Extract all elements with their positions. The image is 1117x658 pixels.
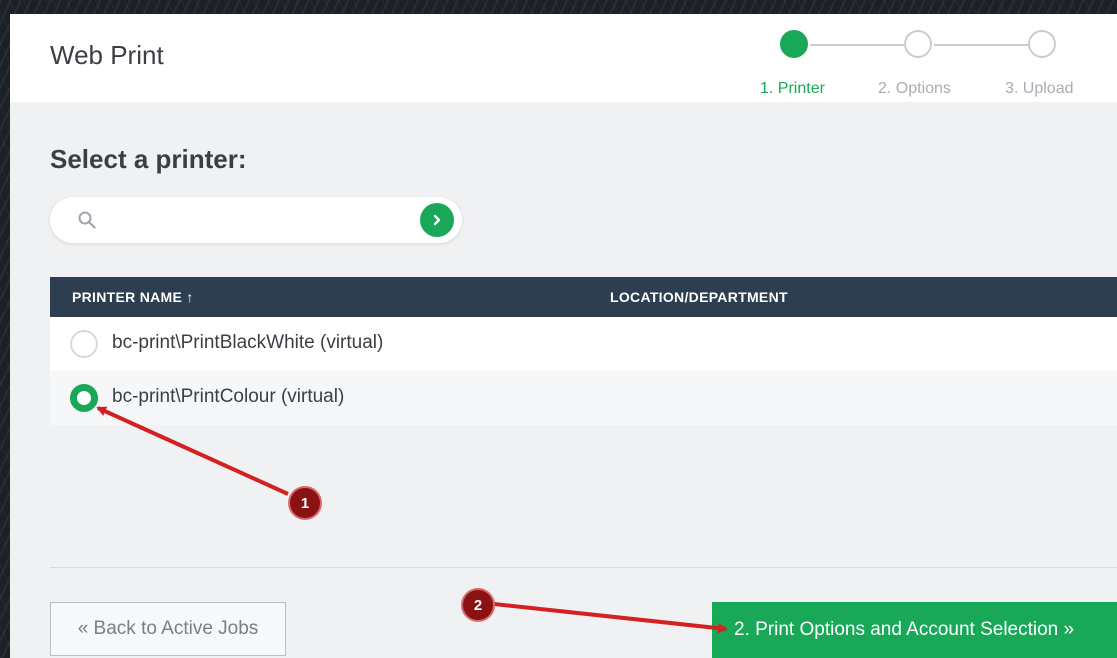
printer-name: bc-print\PrintColour (virtual) xyxy=(112,386,345,407)
step-2-label: 2. Options xyxy=(878,80,951,97)
column-header-location[interactable]: LOCATION/DEPARTMENT xyxy=(610,289,788,305)
step-connector xyxy=(810,44,904,46)
step-connector xyxy=(934,44,1028,46)
printer-radio-colour[interactable] xyxy=(70,384,98,412)
printer-table: PRINTER NAME ↑ LOCATION/DEPARTMENT bc-pr… xyxy=(50,277,1117,425)
web-print-panel: Web Print 1. Printer 2. Options 3. Uploa… xyxy=(10,14,1117,658)
column-header-printer-name[interactable]: PRINTER NAME ↑ xyxy=(72,289,194,305)
step-3-dot xyxy=(1028,30,1056,58)
print-options-button[interactable]: 2. Print Options and Account Selection » xyxy=(712,602,1117,658)
step-1-dot xyxy=(780,30,808,58)
search-icon xyxy=(78,211,96,229)
annotation-badge-2: 2 xyxy=(461,588,495,622)
section-title: Select a printer: xyxy=(50,144,247,174)
app-title: Web Print xyxy=(50,40,164,70)
table-header: PRINTER NAME ↑ LOCATION/DEPARTMENT xyxy=(50,277,1117,317)
step-1-label: 1. Printer xyxy=(760,80,825,97)
annotation-badge-1: 1 xyxy=(288,486,322,520)
page-header: Web Print 1. Printer 2. Options 3. Uploa… xyxy=(10,14,1117,102)
printer-radio-blackwhite[interactable] xyxy=(70,330,98,358)
progress-stepper: 1. Printer 2. Options 3. Upload xyxy=(760,28,1117,97)
table-row[interactable]: bc-print\PrintBlackWhite (virtual) xyxy=(50,317,1117,371)
footer-divider xyxy=(50,567,1117,568)
search-go-button[interactable] xyxy=(420,203,454,237)
step-2-dot xyxy=(904,30,932,58)
printer-search-input[interactable] xyxy=(106,205,400,237)
chevron-right-icon xyxy=(433,214,441,226)
table-row[interactable]: bc-print\PrintColour (virtual) xyxy=(50,371,1117,425)
back-to-active-jobs-button[interactable]: « Back to Active Jobs xyxy=(50,602,286,656)
printer-name: bc-print\PrintBlackWhite (virtual) xyxy=(112,332,384,353)
printer-search-box xyxy=(50,197,462,243)
step-3-label: 3. Upload xyxy=(1005,80,1074,97)
